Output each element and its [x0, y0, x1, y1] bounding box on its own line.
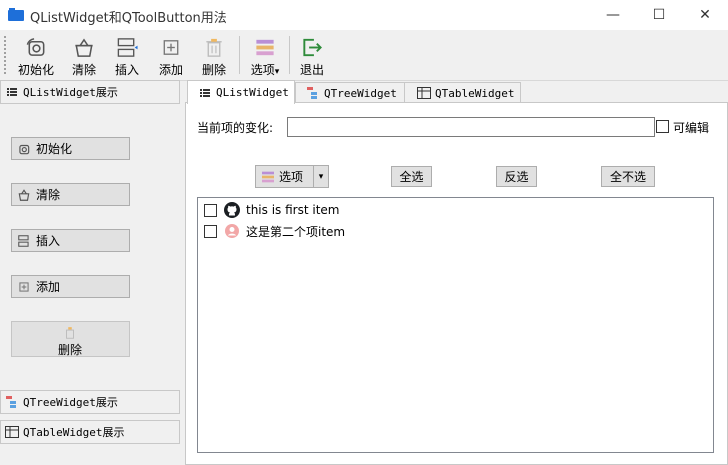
options-icon: [256, 39, 274, 56]
toolbar-exit-button[interactable]: 退出: [296, 32, 328, 78]
title-bar: QListWidget和QToolButton用法 — ☐ ✕: [0, 0, 728, 30]
insert-icon: [18, 234, 29, 247]
window-title: QListWidget和QToolButton用法: [30, 11, 227, 26]
toolbar-separator: [289, 36, 290, 74]
toolbar-clear-button[interactable]: 清除: [66, 32, 102, 78]
toolbox-header-tree-label: QTreeWidget展示: [23, 396, 118, 409]
add-icon: [19, 281, 29, 292]
options-button-label: 选项: [279, 170, 304, 184]
list-widget[interactable]: this is first item 这是第二个项item: [197, 197, 714, 453]
tab-qtreewidget-label: QTreeWidget: [324, 86, 397, 100]
invert-selection-button[interactable]: 反选: [496, 166, 537, 187]
list-item-checkbox[interactable]: [204, 224, 217, 238]
toolbar-init-label: 初始化: [17, 63, 54, 77]
select-all-button[interactable]: 全选: [391, 166, 432, 187]
table-icon: [417, 86, 431, 100]
toolbox-header-list[interactable]: QListWidget展示: [0, 80, 180, 104]
list-item-text: 这是第二个项item: [246, 224, 346, 239]
left-insert-label: 插入: [36, 234, 61, 248]
current-item-change-input[interactable]: [287, 117, 655, 137]
user-badge-icon: [225, 224, 239, 238]
tab-qlistwidget[interactable]: QListWidget: [187, 80, 295, 104]
toolbox-header-table-label: QTableWidget展示: [23, 426, 125, 439]
left-init-label: 初始化: [36, 142, 73, 156]
toolbar-options-label: 选项▾: [251, 61, 280, 78]
editable-label: 可编辑: [673, 121, 710, 135]
left-delete-label: 删除: [58, 343, 83, 357]
toolbar-delete-label: 删除: [201, 63, 226, 77]
toolbox-header-tree[interactable]: QTreeWidget展示: [0, 390, 180, 414]
table-icon: [5, 425, 19, 439]
toolbar-delete-button[interactable]: 删除: [197, 32, 231, 78]
list-item[interactable]: this is first item: [204, 200, 340, 220]
toolbar-insert-button[interactable]: 插入: [110, 32, 144, 78]
toolbox-header-list-label: QListWidget展示: [23, 86, 118, 99]
left-add-button[interactable]: 添加: [11, 275, 130, 298]
options-button[interactable]: 选项: [256, 166, 313, 187]
basket-icon: [18, 188, 30, 201]
init-icon: [26, 38, 45, 56]
add-icon: [163, 40, 179, 55]
insert-icon: [117, 38, 138, 57]
tree-icon: [306, 86, 320, 100]
toolbar-insert-label: 插入: [114, 63, 139, 77]
tab-qtablewidget-label: QTableWidget: [435, 86, 515, 100]
main-toolbar: 初始化 清除 插入 添加 删除 选项▾ 退出: [0, 30, 728, 81]
left-delete-button[interactable]: 删除: [11, 321, 130, 357]
options-dropdown-arrow[interactable]: ▾: [313, 166, 328, 187]
list-item-text: this is first item: [246, 203, 340, 217]
toolbar-add-button[interactable]: 添加: [154, 32, 188, 78]
chevron-down-icon: ▾: [274, 67, 280, 77]
list-icon: [5, 85, 19, 99]
tree-icon: [5, 395, 19, 409]
maximize-button[interactable]: ☐: [636, 0, 682, 30]
list-item[interactable]: 这是第二个项item: [204, 221, 345, 241]
toolbar-options-button[interactable]: 选项▾: [246, 32, 284, 78]
toolbar-exit-label: 退出: [299, 63, 324, 77]
github-icon: [224, 202, 240, 218]
left-toolbox: QListWidget展示 初始化 清除 插入 添加 删除 QTreeWidge…: [0, 80, 185, 465]
editable-checkbox[interactable]: [656, 120, 669, 133]
toolbar-options-text: 选项: [250, 63, 275, 77]
tab-pane-qlistwidget: 当前项的变化: 可编辑 选项 ▾ 全选 反选 全不选 this is first…: [185, 102, 728, 465]
options-split-button[interactable]: 选项 ▾: [255, 165, 329, 188]
list-item-checkbox[interactable]: [204, 203, 217, 217]
tab-qlistwidget-label: QListWidget: [216, 86, 289, 99]
toolbar-separator: [239, 36, 240, 74]
basket-icon: [75, 38, 93, 57]
left-insert-button[interactable]: 插入: [11, 229, 130, 252]
trash-icon: [206, 38, 222, 57]
left-add-label: 添加: [36, 280, 61, 294]
toolbar-add-label: 添加: [158, 63, 183, 77]
trash-icon: [66, 327, 74, 339]
app-icon: [8, 8, 24, 21]
tab-qtreewidget[interactable]: QTreeWidget: [295, 82, 405, 103]
options-icon: [262, 171, 274, 182]
minimize-button[interactable]: —: [590, 0, 636, 30]
init-icon: [19, 144, 30, 154]
tab-qtablewidget[interactable]: QTableWidget: [404, 82, 521, 103]
left-init-button[interactable]: 初始化: [11, 137, 130, 160]
close-button[interactable]: ✕: [682, 0, 728, 30]
left-clear-label: 清除: [36, 188, 61, 202]
toolbar-init-button[interactable]: 初始化: [14, 32, 58, 78]
chevron-down-icon: ▾: [318, 171, 324, 182]
current-item-change-label: 当前项的变化:: [197, 121, 274, 135]
tab-widget: QListWidget QTreeWidget QTableWidget 当前项…: [185, 80, 728, 465]
left-clear-button[interactable]: 清除: [11, 183, 130, 206]
toolbar-clear-label: 清除: [71, 63, 96, 77]
toolbox-header-table[interactable]: QTableWidget展示: [0, 420, 180, 444]
select-none-button[interactable]: 全不选: [601, 166, 655, 187]
exit-icon: [303, 38, 322, 57]
toolbar-grip[interactable]: [4, 36, 8, 74]
list-icon: [198, 86, 212, 100]
